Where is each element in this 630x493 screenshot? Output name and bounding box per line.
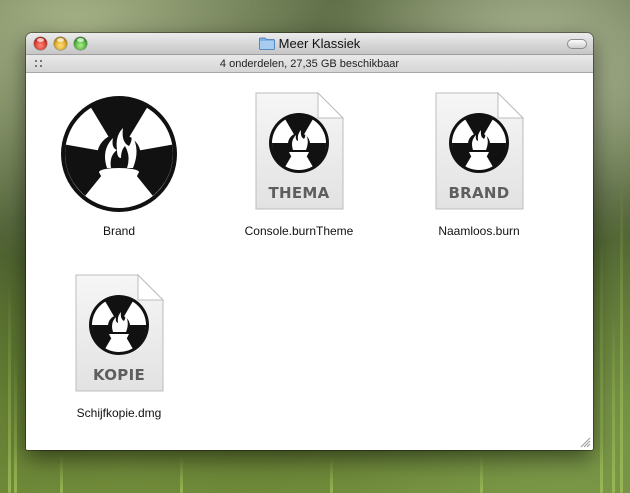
document-icon[interactable]: KOPIE: [57, 273, 181, 398]
status-text: 4 onderdelen, 27,35 GB beschikbaar: [219, 58, 400, 70]
grass-blade: [620, 173, 623, 493]
resize-grip-icon[interactable]: [580, 437, 591, 448]
title-bar[interactable]: Meer Klassiek: [26, 33, 593, 55]
grass-blade: [8, 283, 11, 493]
document-badge: BRAND: [448, 184, 510, 202]
document-badge: KOPIE: [92, 366, 146, 384]
folder-icon: [258, 37, 275, 50]
burn-app-icon[interactable]: [57, 92, 181, 216]
file-item-burn[interactable]: BRAND Naamloos.burn: [399, 91, 559, 238]
file-item-brand[interactable]: Brand: [39, 92, 199, 238]
file-item-label[interactable]: Brand: [39, 224, 199, 238]
document-icon[interactable]: BRAND: [417, 91, 541, 216]
grass-blade: [600, 233, 603, 493]
grass-blade: [330, 457, 333, 493]
window-title-text: Meer Klassiek: [278, 36, 361, 51]
finder-window: Meer Klassiek 4 onderdelen, 27,35 GB bes…: [26, 33, 593, 450]
toolbar-toggle-button[interactable]: [567, 39, 587, 49]
document-icon[interactable]: THEMA: [237, 91, 361, 216]
file-item-label[interactable]: Schijfkopie.dmg: [39, 406, 199, 420]
grass-blade: [612, 313, 615, 493]
file-item-image[interactable]: KOPIE Schijfkopie.dmg: [39, 273, 199, 420]
grass-blade: [60, 453, 63, 493]
file-item-label[interactable]: Console.burnTheme: [219, 224, 379, 238]
grass-blade: [180, 455, 183, 493]
grass-blade: [14, 353, 17, 493]
icon-view: Brand THEMA Console.burnTheme BRAND Naam…: [26, 74, 593, 450]
window-title: Meer Klassiek: [26, 36, 593, 51]
file-item-theme[interactable]: THEMA Console.burnTheme: [219, 91, 379, 238]
grip-icon[interactable]: [34, 59, 46, 69]
grass-blade: [480, 453, 483, 493]
document-badge: THEMA: [268, 184, 330, 202]
status-bar: 4 onderdelen, 27,35 GB beschikbaar: [26, 55, 593, 73]
file-item-label[interactable]: Naamloos.burn: [399, 224, 559, 238]
